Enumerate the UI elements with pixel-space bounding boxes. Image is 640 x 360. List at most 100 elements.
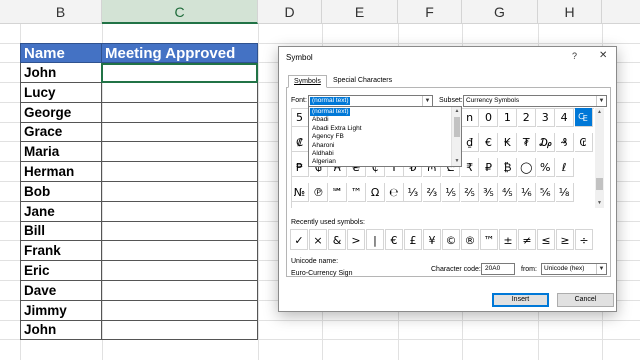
close-icon[interactable]: ✕ [599, 50, 607, 61]
name-cell[interactable]: Dave [20, 280, 102, 301]
from-select[interactable]: Unicode (hex) ▼ [541, 263, 607, 275]
symbol-cell[interactable]: ₹ [461, 158, 480, 177]
font-list-item[interactable]: Abadi [310, 116, 450, 124]
approved-header-cell[interactable]: Meeting Approved [101, 43, 258, 63]
symbol-cell[interactable]: % [536, 158, 555, 177]
font-list-item[interactable]: Agency FB [310, 133, 450, 141]
scroll-down-icon[interactable]: ▼ [452, 157, 462, 166]
symbol-cell[interactable]: Ω [366, 183, 385, 202]
font-list-item[interactable]: (normal text) [310, 108, 351, 116]
symbol-cell[interactable]: ₡ [291, 133, 309, 152]
symbol-cell[interactable]: ⅔ [423, 183, 442, 202]
font-list-scrollbar[interactable]: ▲ ▼ [451, 107, 461, 166]
chevron-down-icon[interactable]: ▼ [596, 96, 606, 106]
recent-symbol[interactable]: × [309, 229, 327, 250]
approved-cell[interactable] [101, 201, 258, 222]
help-icon[interactable]: ? [572, 51, 577, 61]
symbol-cell[interactable]: € [480, 133, 498, 152]
name-cell[interactable]: Eric [20, 261, 102, 281]
name-cell[interactable]: Jane [20, 201, 102, 222]
recent-symbol[interactable]: ÷ [575, 229, 593, 250]
symbol-cell[interactable]: 3 [536, 108, 555, 127]
symbol-cell[interactable]: ℠ [328, 183, 347, 202]
name-cell[interactable]: Herman [20, 162, 102, 182]
approved-cell[interactable] [101, 162, 258, 182]
character-code-input[interactable]: 20A0 [481, 263, 515, 275]
recent-symbol[interactable]: | [366, 229, 384, 250]
chevron-down-icon[interactable]: ▼ [422, 96, 432, 106]
tab-symbols[interactable]: Symbols [288, 75, 327, 88]
symbol-cell[interactable]: 2 [517, 108, 536, 127]
name-cell[interactable]: George [20, 102, 102, 123]
symbol-cell[interactable]: ⅛ [555, 183, 574, 202]
font-list-item[interactable]: Aharoni [310, 142, 450, 150]
approved-cell[interactable] [101, 221, 258, 242]
recent-symbol[interactable]: > [347, 229, 365, 250]
recent-symbol[interactable]: ≤ [537, 229, 555, 250]
name-cell[interactable]: Maria [20, 142, 102, 163]
column-header-c[interactable]: C [102, 0, 258, 24]
name-cell[interactable]: Lucy [20, 82, 102, 103]
scroll-down-icon[interactable]: ▼ [595, 199, 604, 208]
scroll-thumb[interactable] [596, 178, 603, 190]
column-header-g[interactable]: G [462, 0, 538, 24]
symbol-cell[interactable]: ₿ [498, 158, 517, 177]
subset-select[interactable]: Currency Symbols ▼ [463, 95, 607, 107]
symbol-cell[interactable]: ℮ [385, 183, 404, 202]
symbol-cell[interactable]: 4 [555, 108, 574, 127]
approved-cell[interactable] [101, 320, 258, 341]
column-header-f[interactable]: F [398, 0, 462, 24]
approved-cell[interactable] [101, 122, 258, 143]
symbol-cell[interactable]: ⅗ [480, 183, 498, 202]
recent-symbol[interactable]: ® [461, 229, 479, 250]
symbol-cell[interactable]: ₱ [291, 158, 309, 177]
symbol-cell[interactable]: ⅕ [442, 183, 461, 202]
recent-symbol[interactable]: ¥ [423, 229, 441, 250]
recent-symbol[interactable]: © [442, 229, 460, 250]
recent-symbol[interactable]: € [385, 229, 403, 250]
symbol-cell[interactable]: 0 [480, 108, 498, 127]
symbol-cell[interactable]: ₰ [555, 133, 574, 152]
symbol-cell[interactable]: ₫ [461, 133, 480, 152]
name-cell[interactable]: Bill [20, 221, 102, 242]
approved-cell[interactable] [101, 102, 258, 123]
name-cell[interactable]: Grace [20, 122, 102, 143]
approved-cell[interactable] [101, 280, 258, 301]
symbol-cell[interactable]: ℗ [309, 183, 328, 202]
symbol-cell[interactable]: ◯ [517, 158, 536, 177]
cancel-button[interactable]: Cancel [557, 293, 614, 307]
recent-symbol[interactable]: & [328, 229, 346, 250]
recent-symbol[interactable]: ≥ [556, 229, 574, 250]
symbol-grid-scrollbar[interactable]: ▲ ▼ [595, 108, 604, 208]
name-cell[interactable]: Frank [20, 241, 102, 262]
symbol-cell[interactable]: ⅓ [404, 183, 423, 202]
font-list-item[interactable]: Aldhabi [310, 150, 450, 158]
symbol-cell[interactable]: ₠ [574, 108, 593, 127]
recent-symbol[interactable]: ≠ [518, 229, 536, 250]
column-header-h[interactable]: H [538, 0, 602, 24]
name-cell[interactable]: John [20, 320, 102, 341]
scroll-thumb[interactable] [454, 117, 460, 137]
approved-cell[interactable] [101, 82, 258, 103]
symbol-cell[interactable]: ₯ [536, 133, 555, 152]
symbol-cell[interactable]: ℓ [555, 158, 574, 177]
symbol-cell[interactable]: ⅚ [536, 183, 555, 202]
symbol-cell[interactable]: ₮ [517, 133, 536, 152]
font-list-item[interactable]: Algerian [310, 158, 450, 166]
symbol-cell[interactable]: ™ [347, 183, 366, 202]
name-cell[interactable]: Jimmy [20, 300, 102, 321]
recent-symbol[interactable]: ± [499, 229, 517, 250]
symbol-cell[interactable]: 5 [291, 108, 309, 127]
insert-button[interactable]: Insert [492, 293, 549, 307]
scroll-up-icon[interactable]: ▲ [595, 108, 604, 117]
column-header-e[interactable]: E [322, 0, 398, 24]
symbol-cell[interactable]: 1 [498, 108, 517, 127]
active-cell[interactable] [101, 63, 258, 83]
name-cell[interactable]: Bob [20, 181, 102, 202]
approved-cell[interactable] [101, 300, 258, 321]
font-list-item[interactable]: Abadi Extra Light [310, 125, 450, 133]
symbol-cell[interactable]: ₢ [574, 133, 593, 152]
name-header-cell[interactable]: Name [20, 43, 102, 63]
symbol-cell[interactable]: ⅖ [461, 183, 480, 202]
column-header-d[interactable]: D [258, 0, 322, 24]
